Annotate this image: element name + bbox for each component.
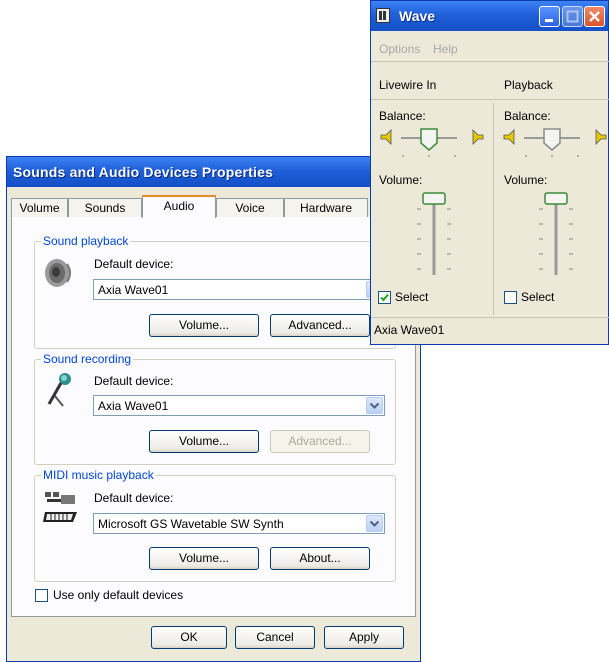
sound-recording-legend: Sound recording <box>41 352 134 366</box>
playback-balance-label: Balance: <box>504 109 551 123</box>
chevron-down-icon[interactable] <box>366 397 383 414</box>
dialog-title: Sounds and Audio Devices Properties <box>13 164 274 180</box>
midi-playback-group: MIDI music playback Default device: Micr… <box>34 468 396 582</box>
tab-sounds[interactable]: Sounds <box>68 198 142 217</box>
sound-playback-group: Sound playback Default device: Axia Wave… <box>34 234 396 349</box>
livewire-volume-label: Volume: <box>379 173 423 187</box>
midi-device-value: Microsoft GS Wavetable SW Synth <box>98 517 284 531</box>
chevron-down-icon[interactable] <box>366 515 383 532</box>
speaker-icon <box>45 259 71 287</box>
playback-select-checkbox[interactable] <box>504 291 517 304</box>
ok-button[interactable]: OK <box>151 626 227 649</box>
speaker-left-icon <box>380 129 392 145</box>
sounds-audio-dialog: Sounds and Audio Devices Properties Volu… <box>6 156 421 662</box>
tab-voice[interactable]: Voice <box>216 198 284 217</box>
speaker-right-icon <box>595 129 607 145</box>
playback-device-label: Default device: <box>94 257 174 271</box>
wave-status-text: Axia Wave01 <box>374 323 445 337</box>
midi-volume-button[interactable]: Volume... <box>149 547 259 570</box>
playback-volume-label: Volume: <box>504 173 548 187</box>
midi-playback-legend: MIDI music playback <box>41 468 156 482</box>
tab-audio[interactable]: Audio <box>142 195 216 218</box>
recording-volume-button[interactable]: Volume... <box>149 430 259 453</box>
playback-advanced-button[interactable]: Advanced... <box>270 314 370 337</box>
playback-volume-slider[interactable] <box>531 189 581 279</box>
menu-separator <box>371 61 609 62</box>
audio-tab-panel: Sound playback Default device: Axia Wave… <box>11 217 416 617</box>
midi-keyboard-icon <box>43 492 77 522</box>
midi-about-button[interactable]: About... <box>270 547 370 570</box>
livewire-volume-slider[interactable] <box>409 189 459 279</box>
speaker-window-icon[interactable] <box>376 8 390 23</box>
status-separator <box>371 317 609 318</box>
midi-device-label: Default device: <box>94 491 174 505</box>
minimize-icon[interactable] <box>539 6 560 27</box>
playback-volume-button[interactable]: Volume... <box>149 314 259 337</box>
menu-help[interactable]: Help <box>433 42 458 56</box>
menu-options[interactable]: Options <box>379 42 420 56</box>
use-only-default-checkbox[interactable] <box>35 589 48 602</box>
recording-advanced-button: Advanced... <box>270 430 370 453</box>
recording-device-value: Axia Wave01 <box>98 399 169 413</box>
wave-mixer-window: Wave Options Help Livewire In Playback B… <box>370 0 609 345</box>
wave-titlebar[interactable]: Wave <box>371 1 608 31</box>
livewire-balance-slider[interactable] <box>379 125 489 161</box>
tab-volume[interactable]: Volume <box>11 198 68 217</box>
playback-device-value: Axia Wave01 <box>98 283 169 297</box>
dialog-titlebar[interactable]: Sounds and Audio Devices Properties <box>7 157 420 187</box>
midi-device-select[interactable]: Microsoft GS Wavetable SW Synth <box>93 513 385 534</box>
recording-device-select[interactable]: Axia Wave01 <box>93 395 385 416</box>
sound-playback-legend: Sound playback <box>41 234 131 248</box>
speaker-right-icon <box>472 129 484 145</box>
livewire-balance-label: Balance: <box>379 109 426 123</box>
wave-title: Wave <box>399 8 436 24</box>
recording-device-label: Default device: <box>94 374 174 388</box>
header-separator <box>371 99 609 100</box>
livewire-select-label: Select <box>395 290 429 304</box>
sound-recording-group: Sound recording Default device: Axia Wav… <box>34 352 396 465</box>
use-only-default-label: Use only default devices <box>53 588 184 602</box>
playback-select-label: Select <box>521 290 555 304</box>
maximize-icon <box>562 6 583 27</box>
speaker-left-icon <box>503 129 515 145</box>
column-playback-name: Playback <box>504 78 553 92</box>
livewire-select-checkbox[interactable] <box>378 291 391 304</box>
close-icon[interactable] <box>584 6 605 27</box>
apply-button[interactable]: Apply <box>324 626 404 649</box>
tab-strip: Volume Sounds Audio Voice Hardware <box>11 195 416 218</box>
playback-device-select[interactable]: Axia Wave01 <box>93 279 385 300</box>
playback-balance-slider[interactable] <box>502 125 609 161</box>
tab-hardware[interactable]: Hardware <box>284 198 368 217</box>
microphone-icon <box>47 373 71 407</box>
column-divider <box>493 103 494 315</box>
column-livewire-name: Livewire In <box>379 78 437 92</box>
cancel-button[interactable]: Cancel <box>235 626 315 649</box>
